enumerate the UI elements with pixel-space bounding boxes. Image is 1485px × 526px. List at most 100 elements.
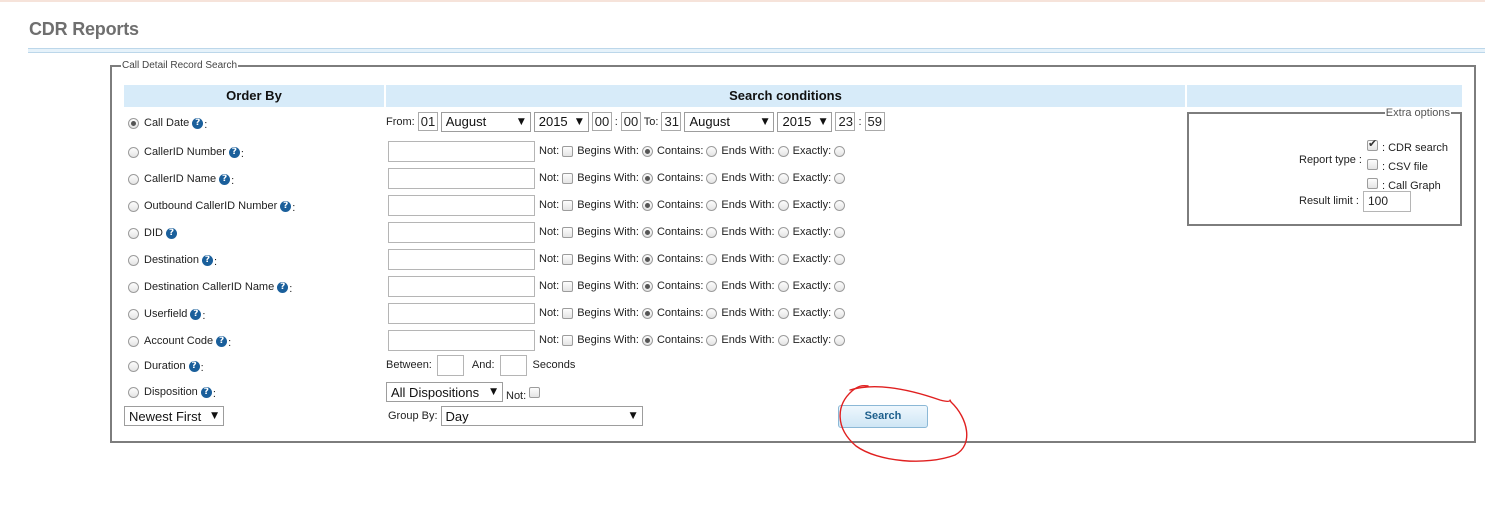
order-call-date[interactable]: Call Date ? : xyxy=(128,114,207,132)
begins-with-radio[interactable] xyxy=(641,307,653,319)
ends-with-radio[interactable] xyxy=(777,253,789,265)
ends-with-radio[interactable] xyxy=(777,199,789,211)
exactly-radio[interactable] xyxy=(834,145,846,157)
report-type-checkbox[interactable] xyxy=(1367,178,1378,189)
report-type-option[interactable]: : CSV file xyxy=(1367,156,1428,173)
disposition-select[interactable]: All Dispositions ▼ xyxy=(386,382,503,402)
to-month-select[interactable]: August ▼ xyxy=(684,111,775,132)
order-radio[interactable] xyxy=(128,146,139,158)
to-day-input[interactable]: 31 xyxy=(661,112,682,131)
condition-text-input[interactable] xyxy=(388,248,535,270)
begins-with-radio[interactable] xyxy=(641,334,653,346)
exactly-radio[interactable] xyxy=(834,307,846,319)
contains-radio[interactable] xyxy=(706,145,718,157)
condition-text-input[interactable] xyxy=(388,275,535,297)
contains-radio[interactable] xyxy=(706,280,718,292)
from-minute-input[interactable]: 00 xyxy=(620,112,641,131)
help-circle-icon[interactable]: ? xyxy=(216,335,228,347)
help-circle-icon[interactable]: ? xyxy=(188,360,200,372)
order-radio-duration[interactable] xyxy=(128,360,139,372)
begins-with-radio[interactable] xyxy=(641,253,653,265)
disposition-not-checkbox[interactable] xyxy=(529,386,541,398)
order-field-row[interactable]: Destination CallerID Name?: xyxy=(128,278,292,296)
to-year-select[interactable]: 2015 ▼ xyxy=(777,111,833,132)
order-duration[interactable]: Duration ? : xyxy=(128,357,204,375)
help-circle-icon[interactable]: ? xyxy=(165,227,177,239)
to-hour-input[interactable]: 23 xyxy=(835,112,856,131)
exactly-radio[interactable] xyxy=(834,334,846,346)
not-checkbox[interactable] xyxy=(562,334,574,346)
begins-with-radio[interactable] xyxy=(641,226,653,238)
exactly-radio[interactable] xyxy=(834,199,846,211)
ends-with-radio[interactable] xyxy=(777,334,789,346)
ends-with-radio[interactable] xyxy=(777,307,789,319)
contains-radio[interactable] xyxy=(706,172,718,184)
from-day-input[interactable]: 01 xyxy=(417,112,438,131)
not-checkbox[interactable] xyxy=(562,253,574,265)
order-radio[interactable] xyxy=(128,200,139,212)
help-circle-icon[interactable]: ? xyxy=(219,173,231,185)
result-limit-input[interactable]: 100 xyxy=(1363,191,1411,212)
from-hour-input[interactable]: 00 xyxy=(591,112,612,131)
order-radio-disposition[interactable] xyxy=(128,386,139,398)
ends-with-radio[interactable] xyxy=(777,280,789,292)
help-circle-icon[interactable]: ? xyxy=(280,200,292,212)
from-year-select[interactable]: 2015 ▼ xyxy=(533,111,589,132)
report-type-checkbox[interactable] xyxy=(1367,137,1378,151)
condition-text-input[interactable] xyxy=(388,194,535,216)
order-radio-call-date[interactable] xyxy=(128,117,139,129)
help-circle-icon[interactable]: ? xyxy=(228,146,240,158)
order-field-row[interactable]: Account Code?: xyxy=(128,332,231,350)
begins-with-radio[interactable] xyxy=(641,172,653,184)
ends-with-radio[interactable] xyxy=(777,172,789,184)
not-checkbox[interactable] xyxy=(562,199,574,211)
exactly-radio[interactable] xyxy=(834,226,846,238)
order-field-row[interactable]: CallerID Name?: xyxy=(128,170,234,188)
condition-text-input[interactable] xyxy=(388,140,535,162)
exactly-radio[interactable] xyxy=(834,280,846,292)
contains-radio[interactable] xyxy=(706,226,718,238)
begins-with-radio[interactable] xyxy=(641,199,653,211)
not-checkbox[interactable] xyxy=(562,307,574,319)
contains-radio[interactable] xyxy=(706,253,718,265)
order-field-row[interactable]: Userfield?: xyxy=(128,305,205,323)
order-radio[interactable] xyxy=(128,254,139,266)
order-radio[interactable] xyxy=(128,335,139,347)
sort-order-select[interactable]: Newest First ▼ xyxy=(124,406,224,426)
order-radio[interactable] xyxy=(128,281,139,293)
order-field-row[interactable]: DID? xyxy=(128,224,178,242)
contains-radio[interactable] xyxy=(706,307,718,319)
contains-radio[interactable] xyxy=(706,199,718,211)
duration-max-input[interactable] xyxy=(499,354,527,376)
report-type-option[interactable]: : Call Graph xyxy=(1367,175,1441,192)
help-circle-icon[interactable]: ? xyxy=(190,308,202,320)
help-circle-icon[interactable]: ? xyxy=(277,281,289,293)
group-by-select[interactable]: Day ▼ xyxy=(440,406,643,426)
to-minute-input[interactable]: 59 xyxy=(864,112,885,131)
report-type-checkbox[interactable] xyxy=(1367,159,1378,170)
condition-text-input[interactable] xyxy=(388,167,535,189)
begins-with-radio[interactable] xyxy=(641,280,653,292)
report-type-option[interactable]: : CDR search xyxy=(1367,137,1448,154)
help-circle-icon[interactable]: ? xyxy=(192,117,204,129)
order-radio[interactable] xyxy=(128,227,139,239)
exactly-radio[interactable] xyxy=(834,253,846,265)
not-checkbox[interactable] xyxy=(562,280,574,292)
help-circle-icon[interactable]: ? xyxy=(200,386,212,398)
help-circle-icon[interactable]: ? xyxy=(202,254,214,266)
contains-radio[interactable] xyxy=(706,334,718,346)
begins-with-radio[interactable] xyxy=(641,145,653,157)
order-disposition[interactable]: Disposition ? : xyxy=(128,383,216,401)
not-checkbox[interactable] xyxy=(562,226,574,238)
search-button[interactable]: Search xyxy=(838,405,928,428)
order-radio[interactable] xyxy=(128,308,139,320)
not-checkbox[interactable] xyxy=(562,172,574,184)
order-field-row[interactable]: CallerID Number?: xyxy=(128,143,244,161)
condition-text-input[interactable] xyxy=(388,302,535,324)
order-field-row[interactable]: Destination?: xyxy=(128,251,217,269)
from-month-select[interactable]: August ▼ xyxy=(440,111,531,132)
exactly-radio[interactable] xyxy=(834,172,846,184)
order-radio[interactable] xyxy=(128,173,139,185)
ends-with-radio[interactable] xyxy=(777,145,789,157)
condition-text-input[interactable] xyxy=(388,329,535,351)
